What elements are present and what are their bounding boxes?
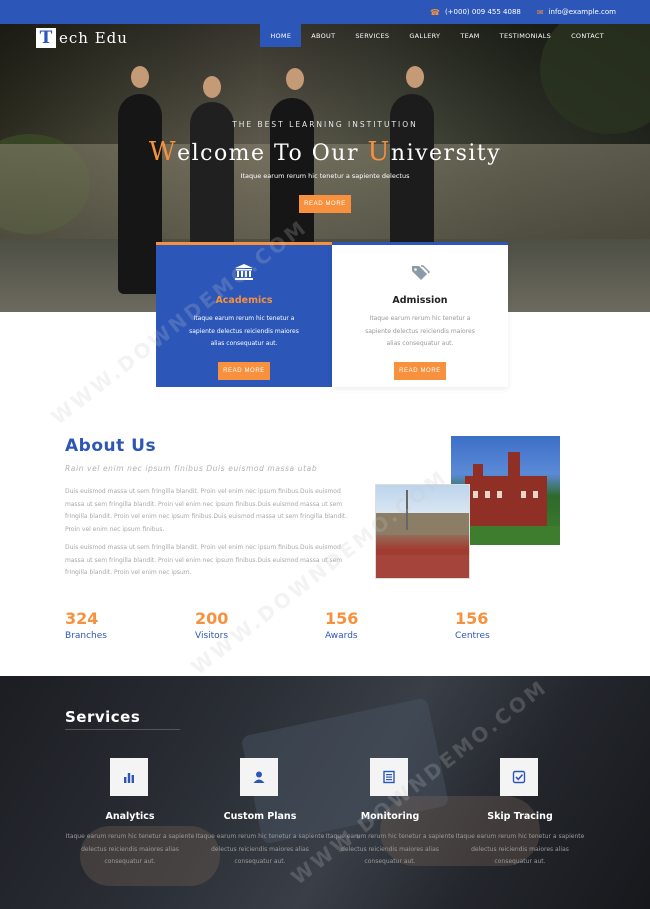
- feature-description: Itaque earum rerum hic tenetur a sapient…: [365, 315, 475, 347]
- stat-label-branches: Branches: [65, 631, 107, 641]
- phone-text: (+000) 009 455 4088: [444, 8, 521, 16]
- hero-description: Itaque earum rerum hic tenetur a sapient…: [240, 172, 410, 180]
- building-shape: [465, 476, 547, 528]
- top-bar: ☎ (+000) 009 455 4088 ✉ info@example.com: [0, 0, 650, 24]
- logo-mark: T: [36, 28, 56, 48]
- bar-chart-icon: [110, 758, 148, 796]
- stat-label-centres: Centres: [455, 631, 490, 641]
- about-subtitle: Rain vel enim nec ipsum finibus Duis eui…: [65, 464, 318, 473]
- academics-read-more-button[interactable]: READ MORE: [218, 362, 270, 380]
- student-head: [286, 68, 304, 90]
- about-title: About Us: [65, 436, 157, 456]
- admission-read-more-button[interactable]: READ MORE: [394, 362, 446, 380]
- window-shape: [473, 491, 478, 498]
- window-shape: [533, 491, 538, 498]
- service-description: Itaque earum rerum hic tenetur a sapient…: [325, 833, 455, 865]
- feature-title: Academics: [215, 295, 273, 306]
- nav-item-contact[interactable]: CONTACT: [561, 24, 614, 47]
- tags-icon: [332, 263, 508, 286]
- nav-item-home[interactable]: HOME: [260, 24, 302, 47]
- hero-title: Welcome To Our University: [0, 137, 650, 167]
- feature-description: Itaque earum rerum hic tenetur a sapient…: [189, 315, 299, 347]
- stat-value-awards: 156: [325, 609, 359, 628]
- service-name: Monitoring: [360, 811, 420, 822]
- services-divider: [65, 729, 180, 730]
- tower-shape: [473, 464, 483, 482]
- logo-text: ech Edu: [59, 29, 128, 47]
- stat-value-visitors: 200: [195, 609, 229, 628]
- title-part: elcome To Our: [177, 141, 368, 166]
- hero-subtitle: THE BEST LEARNING INSTITUTION: [232, 120, 418, 129]
- service-name: Analytics: [105, 811, 155, 822]
- service-name: Skip Tracing: [487, 811, 553, 822]
- service-description: Itaque earum rerum hic tenetur a sapient…: [65, 833, 195, 865]
- user-icon: [240, 758, 278, 796]
- tower-shape: [508, 452, 520, 482]
- services-section: Services Analytics Itaque earum rerum hi…: [0, 676, 650, 909]
- student-head: [203, 76, 221, 98]
- title-cap-u: U: [367, 137, 391, 167]
- about-paragraph: Duis euismod massa ut sem fringilla blan…: [65, 544, 343, 576]
- window-shape: [521, 491, 526, 498]
- list-icon: [370, 758, 408, 796]
- services-title: Services: [65, 708, 141, 726]
- feature-card-academics: Academics Itaque earum rerum hic tenetur…: [156, 242, 332, 387]
- site-logo[interactable]: T ech Edu: [36, 28, 128, 48]
- feature-card-admission: Admission Itaque earum rerum hic tenetur…: [332, 242, 508, 387]
- contact-phone[interactable]: ☎ (+000) 009 455 4088: [430, 8, 521, 17]
- service-description: Itaque earum rerum hic tenetur a sapient…: [195, 833, 325, 865]
- stat-label-visitors: Visitors: [195, 631, 229, 641]
- nav-item-about[interactable]: ABOUT: [301, 24, 345, 47]
- email-text: info@example.com: [548, 8, 616, 16]
- stat-value-branches: 324: [65, 609, 99, 628]
- window-shape: [485, 491, 490, 498]
- university-icon: [156, 263, 332, 286]
- nav-item-services[interactable]: SERVICES: [345, 24, 399, 47]
- envelope-icon: ✉: [536, 7, 544, 17]
- stat-label-awards: Awards: [325, 631, 358, 641]
- hero-read-more-button[interactable]: READ MORE: [299, 195, 351, 213]
- phone-icon: ☎: [429, 7, 440, 17]
- about-paragraph: Duis euismod massa ut sem fringilla blan…: [65, 488, 348, 533]
- campus-photo-secondary: [375, 484, 470, 579]
- plaza-shape: [376, 555, 469, 578]
- title-part: niversity: [390, 141, 502, 166]
- feature-title: Admission: [392, 295, 448, 306]
- window-shape: [497, 491, 502, 498]
- student-head: [406, 66, 424, 88]
- title-cap-w: W: [148, 137, 178, 167]
- main-nav: HOME ABOUT SERVICES GALLERY TEAM TESTIMO…: [260, 24, 614, 47]
- student-head: [131, 66, 149, 88]
- check-square-icon: [500, 758, 538, 796]
- flagpole-shape: [406, 490, 408, 530]
- nav-item-team[interactable]: TEAM: [450, 24, 489, 47]
- service-description: Itaque earum rerum hic tenetur a sapient…: [455, 833, 585, 865]
- building-shape: [376, 513, 469, 535]
- service-name: Custom Plans: [223, 811, 297, 822]
- stat-value-centres: 156: [455, 609, 489, 628]
- contact-email[interactable]: ✉ info@example.com: [537, 8, 616, 17]
- nav-item-gallery[interactable]: GALLERY: [399, 24, 450, 47]
- nav-item-testimonials[interactable]: TESTIMONIALS: [490, 24, 561, 47]
